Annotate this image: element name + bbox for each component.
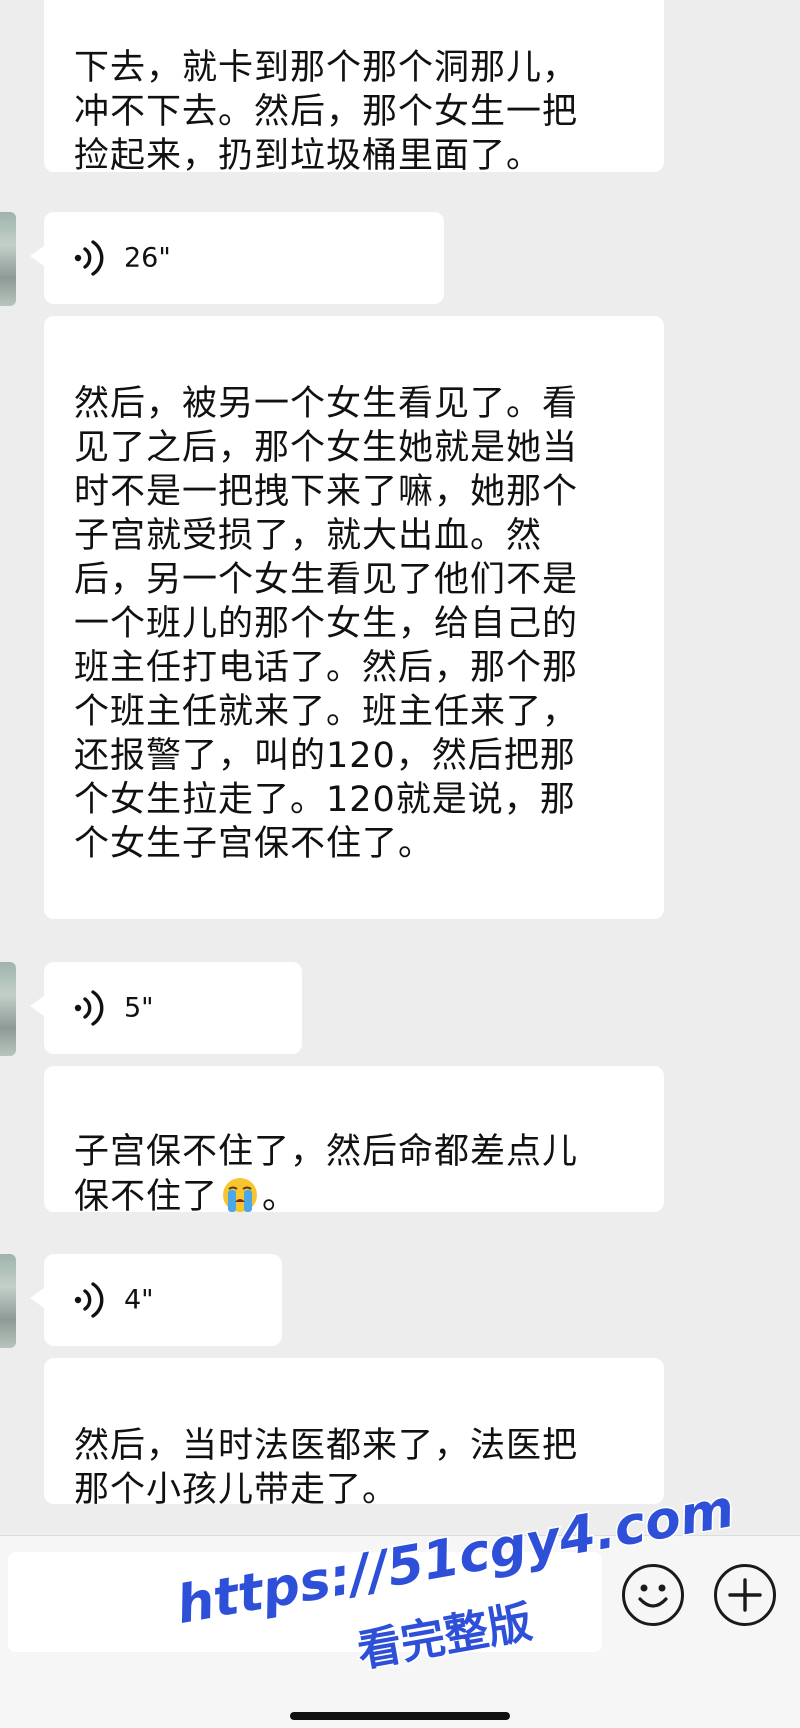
message-text: 子宫保不住了，然后命都差点儿 保不住了 — [74, 1132, 579, 1217]
voice-message-bubble[interactable]: 26" — [30, 212, 444, 304]
text-message-bubble[interactable]: 然后，被另一个女生看见了。看 见了之后，那个女生她就是她当 时不是一把拽下来了嘛… — [44, 316, 664, 919]
message-text: 然后，被另一个女生看见了。看 见了之后，那个女生她就是她当 时不是一把拽下来了嘛… — [74, 384, 579, 864]
voice-wave-icon — [74, 240, 104, 276]
message-text: 然后，当时法医都来了，法医把 那个小孩儿带走了。 — [74, 1426, 579, 1510]
message-text: 下去，就卡到那个那个洞那儿， 冲不下去。然后，那个女生一把 捡起来，扔到垃圾桶里… — [74, 48, 579, 176]
home-indicator — [290, 1712, 510, 1720]
voice-message-bubble[interactable]: 4" — [30, 1254, 282, 1346]
text-message-bubble[interactable]: 下去，就卡到那个那个洞那儿， 冲不下去。然后，那个女生一把 捡起来，扔到垃圾桶里… — [44, 0, 664, 176]
smiley-face-icon — [638, 1584, 668, 1608]
chat-input-bar — [0, 1535, 800, 1728]
chat-message-list[interactable]: 下去，就卡到那个那个洞那儿， 冲不下去。然后，那个女生一把 捡起来，扔到垃圾桶里… — [0, 0, 800, 1535]
avatar[interactable] — [0, 962, 16, 1056]
voice-message-bubble[interactable]: 5" — [30, 962, 302, 1054]
plus-icon — [728, 1578, 762, 1612]
text-message-bubble[interactable]: 子宫保不住了，然后命都差点儿 保不住了 。 — [44, 1066, 664, 1217]
loudly-crying-face-emoji — [223, 1178, 258, 1212]
more-button[interactable] — [714, 1564, 776, 1626]
voice-wave-icon — [74, 1282, 104, 1318]
voice-duration: 5" — [124, 992, 154, 1024]
voice-wave-icon — [74, 990, 104, 1026]
voice-duration: 26" — [124, 242, 171, 274]
emoji-button[interactable] — [622, 1564, 684, 1626]
avatar[interactable] — [0, 212, 16, 306]
text-message-bubble[interactable]: 然后，当时法医都来了，法医把 那个小孩儿带走了。 — [44, 1358, 664, 1510]
message-text-end: 。 — [262, 1177, 299, 1217]
voice-duration: 4" — [124, 1284, 154, 1316]
message-input[interactable] — [8, 1552, 602, 1652]
avatar[interactable] — [0, 1254, 16, 1348]
